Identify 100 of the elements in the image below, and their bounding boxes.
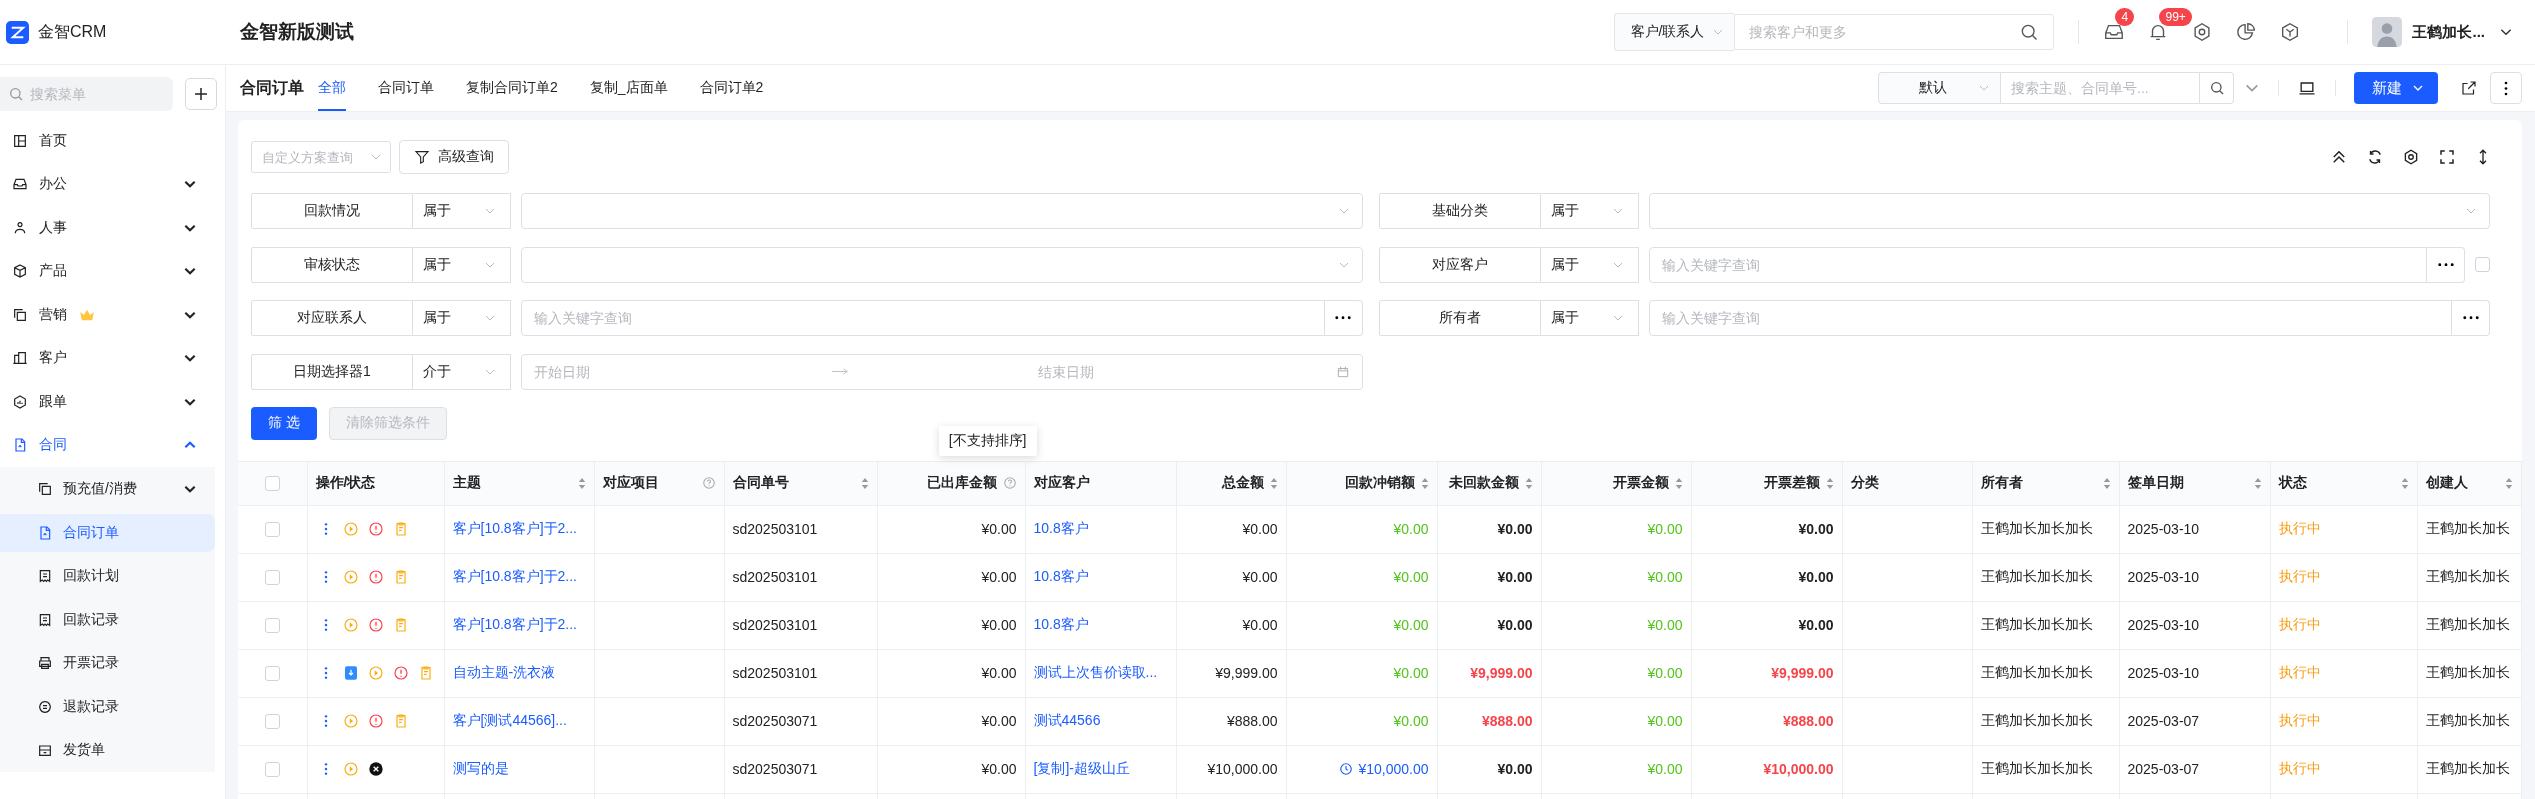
new-button[interactable]: 新建 <box>2354 72 2438 104</box>
play-circle-icon[interactable] <box>342 569 359 585</box>
sidebar-subitem[interactable]: 回款记录 <box>0 598 215 642</box>
settings-icon[interactable] <box>2402 148 2420 166</box>
operator-select[interactable]: 属于 <box>413 246 511 283</box>
scheme-select[interactable]: 自定义方案查询 <box>251 141 391 173</box>
subject-link[interactable]: 测写的是 <box>452 760 509 776</box>
avatar[interactable] <box>2372 15 2403 49</box>
sort-icon[interactable] <box>1825 476 1834 490</box>
column-header[interactable]: 分类 <box>1850 474 1879 492</box>
row-checkbox[interactable] <box>264 666 280 682</box>
date-range-field[interactable]: 开始日期 结束日期 <box>521 353 1363 390</box>
checkbox[interactable] <box>2475 257 2490 272</box>
add-button[interactable] <box>185 78 217 110</box>
advanced-search-button[interactable]: 高级查询 <box>399 140 509 174</box>
refresh-icon[interactable] <box>2366 148 2384 166</box>
keyword-field[interactable]: 输入关键字查询 <box>521 300 1325 336</box>
play-circle-icon[interactable] <box>367 665 384 681</box>
select-all-checkbox[interactable] <box>264 476 280 492</box>
search-field[interactable]: 搜索主题、合同单号... <box>2000 72 2200 104</box>
fullscreen-icon[interactable] <box>2438 148 2456 166</box>
sort-icon[interactable] <box>1269 476 1278 490</box>
sidebar-subitem[interactable]: 退款记录 <box>0 685 215 729</box>
document-icon[interactable] <box>342 665 359 681</box>
keyword-field[interactable]: 输入关键字查询 <box>1648 300 2452 336</box>
play-circle-icon[interactable] <box>342 761 359 777</box>
alert-circle-icon[interactable] <box>392 665 409 681</box>
alert-circle-icon[interactable] <box>367 521 384 537</box>
play-circle-icon[interactable] <box>342 617 359 633</box>
operator-select[interactable]: 属于 <box>1540 246 1639 283</box>
customer-link[interactable]: 10.8客户 <box>1033 616 1089 632</box>
end-date-input[interactable]: 结束日期 <box>1038 363 1326 380</box>
sidebar-item[interactable]: 合同 <box>0 423 225 467</box>
row-checkbox[interactable] <box>264 762 280 778</box>
more-button[interactable] <box>2490 72 2522 104</box>
sort-icon[interactable] <box>2253 476 2262 490</box>
play-circle-icon[interactable] <box>342 713 359 729</box>
view-select[interactable]: 默认 <box>1878 72 2000 104</box>
sidebar-item[interactable]: 跟单 <box>0 380 225 424</box>
tab[interactable]: 合同订单2 <box>699 65 764 111</box>
sort-icon[interactable] <box>1524 476 1533 490</box>
customer-link[interactable]: 测试44566 <box>1033 712 1101 728</box>
sidebar-item[interactable]: 产品 <box>0 249 225 293</box>
column-header[interactable]: 已出库金额 <box>926 474 997 492</box>
pie-chart-icon[interactable] <box>2235 21 2258 43</box>
sidebar-subitem[interactable]: 回款计划 <box>0 554 215 598</box>
column-header[interactable]: 合同单号 <box>732 474 789 492</box>
help-icon[interactable] <box>1002 476 1017 490</box>
sidebar-subitem[interactable]: 发货单 <box>0 728 215 772</box>
column-header[interactable]: 所有者 <box>1980 474 2023 492</box>
sidebar-item[interactable]: 人事 <box>0 206 225 250</box>
filter-button[interactable]: 筛 选 <box>251 406 317 440</box>
menu-search-field[interactable]: 搜索菜单 <box>0 77 173 111</box>
column-header[interactable]: 创建人 <box>2425 474 2468 492</box>
column-header[interactable]: 操作/状态 <box>315 474 376 492</box>
alert-circle-icon[interactable] <box>367 617 384 633</box>
keyword-input[interactable]: 输入关键字查询 <box>1661 310 2439 326</box>
scheme-input[interactable]: 自定义方案查询 <box>262 149 362 165</box>
operator-select[interactable]: 属于 <box>1540 193 1639 229</box>
tab[interactable]: 合同订单 <box>378 65 434 111</box>
user-name[interactable]: 王鹤加长... <box>2412 22 2485 42</box>
column-header[interactable]: 开票金额 <box>1612 474 1669 492</box>
search-input[interactable]: 搜索主题、合同单号... <box>2011 80 2189 96</box>
operator-select[interactable]: 属于 <box>413 193 511 229</box>
global-search-field[interactable]: 搜索客户和更多 <box>1734 14 2055 50</box>
sidebar-subitem[interactable]: 开票记录 <box>0 641 215 685</box>
sort-icon[interactable] <box>2400 476 2409 490</box>
column-header[interactable]: 对应项目 <box>602 474 659 492</box>
sort-icon[interactable] <box>577 476 586 490</box>
operator-select[interactable]: 属于 <box>413 300 511 336</box>
column-header[interactable]: 回款冲销额 <box>1344 474 1415 492</box>
column-header[interactable]: 签单日期 <box>2127 474 2184 492</box>
keyword-input[interactable]: 输入关键字查询 <box>1661 256 2414 273</box>
column-header[interactable]: 开票差额 <box>1763 474 1820 492</box>
alert-circle-icon[interactable] <box>367 569 384 585</box>
operator-select[interactable]: 属于 <box>1540 300 1639 336</box>
row-checkbox[interactable] <box>264 522 280 538</box>
column-header[interactable]: 状态 <box>2278 474 2307 492</box>
operator-select[interactable]: 介于 <box>413 353 511 390</box>
sidebar-subitem[interactable]: 预充值/消费 <box>0 467 215 511</box>
keyword-input[interactable]: 输入关键字查询 <box>534 310 1312 326</box>
column-header[interactable]: 总金额 <box>1221 474 1264 492</box>
double-chevron-up-icon[interactable] <box>2330 148 2348 166</box>
menu-search-input[interactable]: 搜索菜单 <box>30 86 150 102</box>
sort-icon[interactable] <box>1420 476 1429 490</box>
play-circle-icon[interactable] <box>342 521 359 537</box>
sidebar-item[interactable]: 办公 <box>0 162 225 206</box>
search-scope-select[interactable]: 客户/联系人 <box>1613 13 1735 51</box>
row-checkbox[interactable] <box>264 618 280 634</box>
tab[interactable]: 复制合同订单2 <box>466 65 558 111</box>
keyword-field[interactable]: 输入关键字查询 <box>1648 246 2427 283</box>
column-header[interactable]: 对应客户 <box>1033 474 1090 492</box>
search-button[interactable] <box>2200 72 2234 104</box>
row-checkbox[interactable] <box>264 570 280 586</box>
help-icon[interactable] <box>701 476 716 490</box>
row-checkbox[interactable] <box>264 714 280 730</box>
sidebar-item[interactable]: 营销 <box>0 293 225 337</box>
sort-icon[interactable] <box>1674 476 1683 490</box>
column-header[interactable]: 主题 <box>452 474 481 492</box>
cancel-circle-icon[interactable] <box>367 761 384 777</box>
